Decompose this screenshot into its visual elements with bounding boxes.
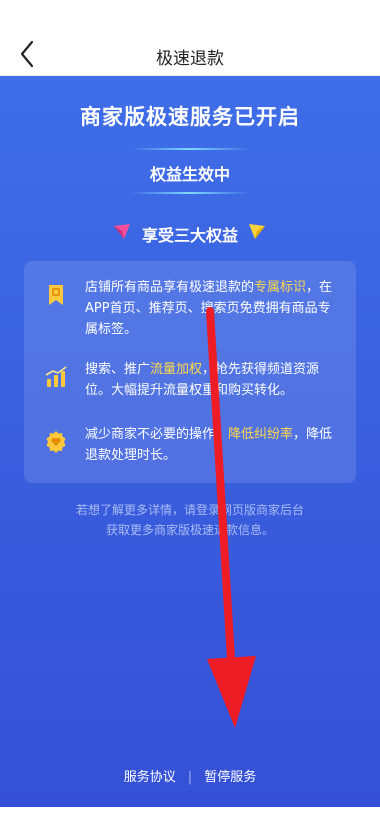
service-panel: 商家版极速服务已开启 权益生效中 享受三大权益 店铺所有商品享有极速退款的专属标…: [0, 76, 380, 807]
bottom-safe-area: [0, 807, 380, 823]
red-arrow-annotation: [206, 307, 256, 728]
page-title: 极速退款: [156, 49, 224, 69]
top-nav-bar: 极速退款: [0, 0, 380, 76]
